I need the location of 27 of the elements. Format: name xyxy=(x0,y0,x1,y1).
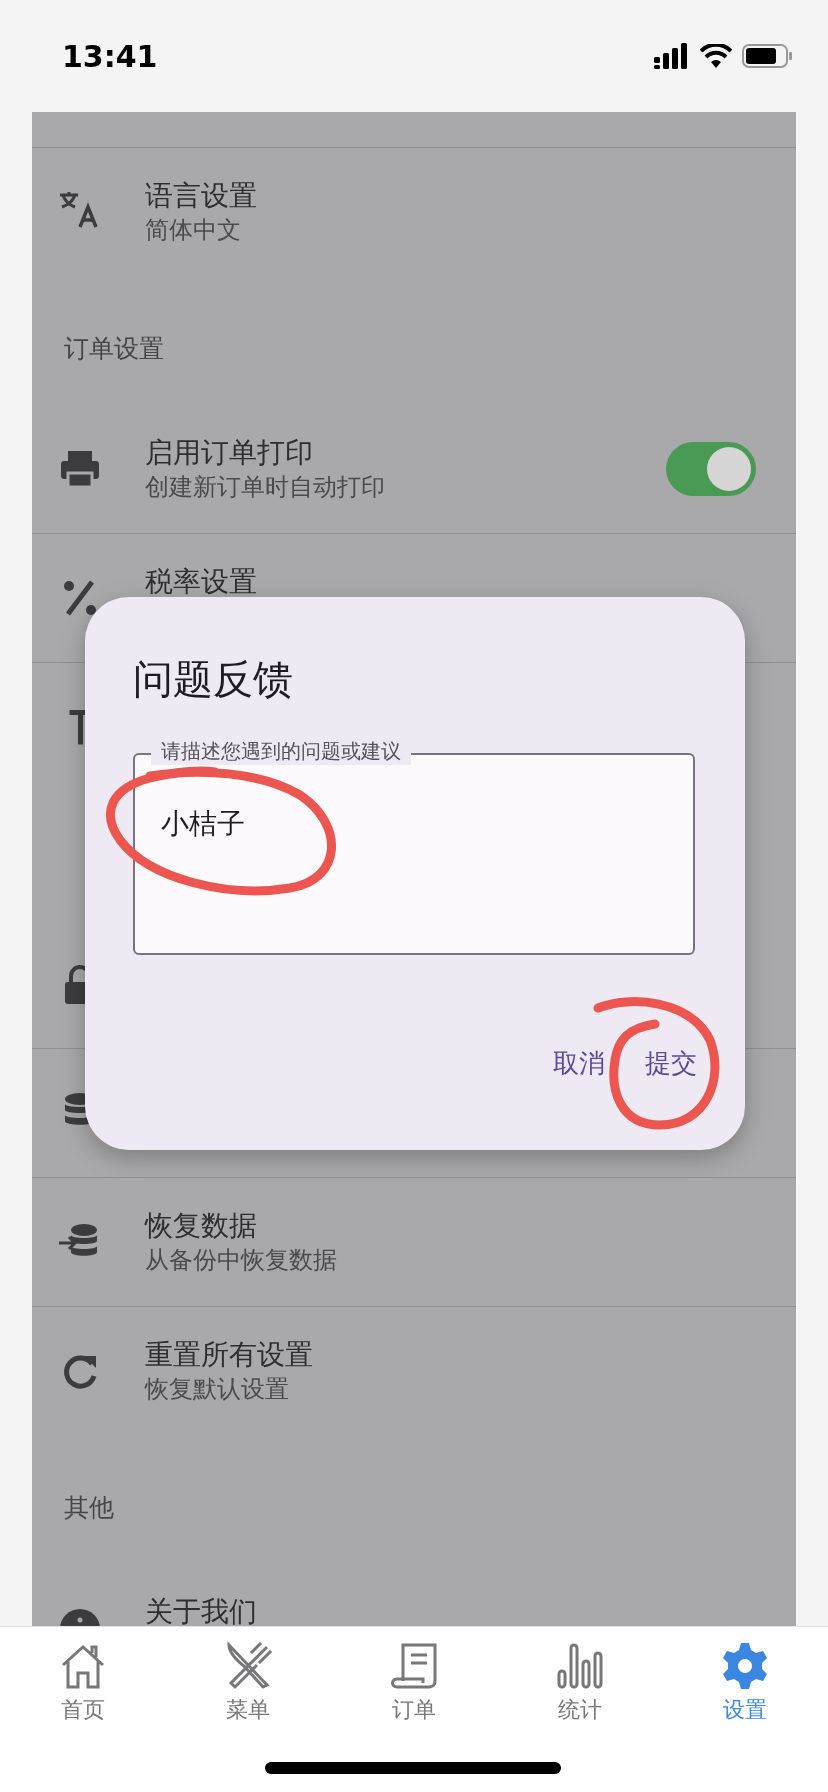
wifi-icon xyxy=(700,44,732,68)
setting-title: 重置所有设置 xyxy=(145,1337,314,1373)
setting-subtitle: 创建新订单时自动打印 xyxy=(145,472,386,503)
dialog-button[interactable]: 取消 xyxy=(553,1043,605,1083)
field-value: 小桔子 xyxy=(161,806,245,842)
tab-item[interactable]: 首页 xyxy=(0,1627,166,1725)
setting-title: 关于我们 xyxy=(145,1594,258,1626)
tab-item[interactable]: 统计 xyxy=(496,1627,663,1725)
tab-item[interactable]: 菜单 xyxy=(165,1627,332,1725)
section-header: 订单设置 xyxy=(64,332,164,365)
receipt-icon xyxy=(389,1641,439,1691)
setting-title: 恢复数据 xyxy=(145,1208,258,1244)
signal-icon xyxy=(654,43,690,69)
dialog-title: 问题反馈 xyxy=(133,655,293,704)
tab-item[interactable]: 订单 xyxy=(331,1627,497,1725)
setting-title: 语言设置 xyxy=(145,178,258,214)
section-header: 其他 xyxy=(64,1491,114,1524)
toggle-switch[interactable] xyxy=(666,442,756,496)
setting-title: 启用订单打印 xyxy=(145,435,314,471)
setting-title: 税率设置 xyxy=(145,564,258,600)
setting-subtitle: 从备份中恢复数据 xyxy=(145,1245,338,1276)
dialog-button[interactable]: 提交 xyxy=(645,1043,697,1083)
setting-subtitle: 恢复默认设置 xyxy=(145,1374,290,1405)
battery-icon xyxy=(742,44,792,68)
status-time: 13:41 xyxy=(62,37,158,76)
tab-item[interactable]: 设置 xyxy=(662,1627,828,1725)
setting-subtitle: 简体中文 xyxy=(145,215,242,246)
